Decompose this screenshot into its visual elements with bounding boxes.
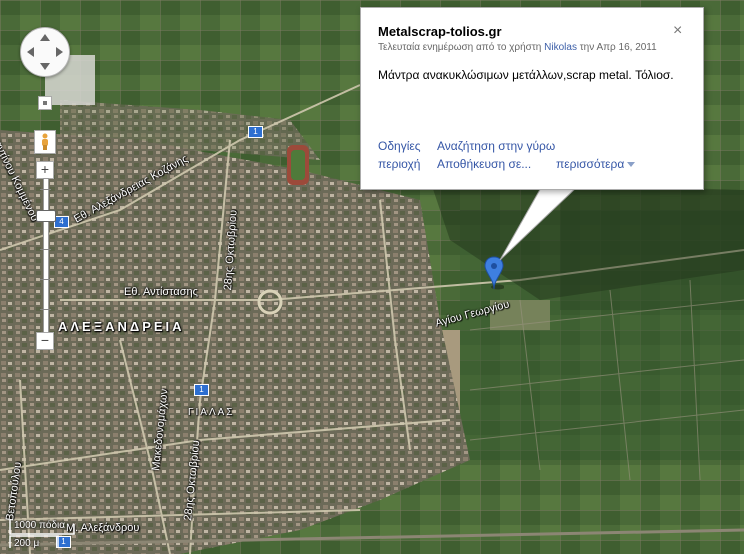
scale-top-label: 1000 πόδια: [14, 520, 66, 531]
meta-prefix: Τελευταία ενημέρωση από το χρήστη: [378, 42, 542, 53]
scale-bar: 1000 πόδια 200 μ: [0, 518, 120, 552]
more-link-label: περισσότερα: [556, 157, 625, 171]
chevron-down-icon: [627, 162, 636, 167]
map-canvas[interactable]: Κωνσταντίνου Κομμένου Εθ. Αλεξάνδρειας Κ…: [0, 0, 744, 554]
route-shield: 1: [194, 384, 209, 396]
meta-date: την Απρ 16, 2011: [579, 42, 657, 53]
pan-down-icon[interactable]: [40, 63, 50, 70]
place-title[interactable]: Metalscrap-tolios.gr: [378, 24, 502, 39]
pegman-button[interactable]: [34, 130, 56, 154]
directions-link[interactable]: Οδηγίες: [378, 139, 421, 153]
zoom-out-button[interactable]: −: [36, 332, 54, 350]
label-district: ΓΙΑΛΑΣ: [188, 407, 235, 418]
map-marker-icon[interactable]: [484, 256, 504, 290]
pegman-icon: [42, 133, 48, 150]
info-window: Metalscrap-tolios.gr × Τελευταία ενημέρω…: [360, 7, 704, 190]
save-link[interactable]: Αποθήκευση σε...: [437, 157, 531, 171]
more-link[interactable]: περισσότερα: [556, 157, 636, 171]
pan-arrows-icon: [27, 34, 63, 70]
route-shield: 1: [248, 126, 263, 138]
meta-user-link[interactable]: Nikolas: [544, 42, 577, 53]
label-city: ΑΛΕΞΑΝΔΡΕΙΑ: [58, 319, 185, 334]
pan-control[interactable]: [20, 27, 70, 77]
scale-bottom-label: 200 μ: [14, 538, 40, 549]
close-icon[interactable]: ×: [673, 22, 682, 40]
route-shield: 4: [54, 216, 69, 228]
zoom-slider-track[interactable]: [40, 178, 51, 334]
zoom-slider-thumb[interactable]: [36, 209, 56, 222]
area-link[interactable]: περιοχή: [378, 157, 420, 171]
label-antistasis: Εθ. Αντίστασης: [124, 286, 198, 298]
search-nearby-link[interactable]: Αναζήτηση στην γύρω: [437, 139, 555, 153]
pan-up-icon[interactable]: [40, 34, 50, 41]
dot-icon: [43, 101, 47, 105]
pan-left-icon[interactable]: [27, 47, 34, 57]
update-meta: Τελευταία ενημέρωση από το χρήστη Nikola…: [378, 42, 657, 53]
pan-right-icon[interactable]: [56, 47, 63, 57]
zoom-in-button[interactable]: +: [36, 161, 54, 179]
place-description: Μάντρα ανακυκλώσιμων μετάλλων,scrap meta…: [378, 68, 674, 82]
street-view-top-button[interactable]: [38, 96, 52, 110]
